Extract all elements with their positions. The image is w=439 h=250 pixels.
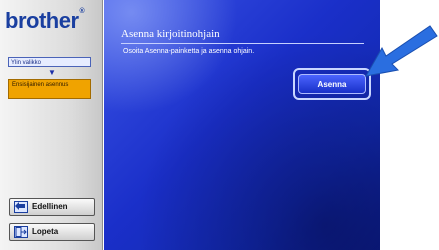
exit-door-icon xyxy=(14,226,28,238)
logo-text: brother xyxy=(5,8,79,33)
page-title: Asenna kirjoitinohjain xyxy=(121,28,220,40)
main-panel: Asenna kirjoitinohjain Osoita Asenna-pai… xyxy=(104,0,380,250)
back-arrow-icon xyxy=(14,201,28,213)
quit-button[interactable]: Lopeta xyxy=(9,223,95,241)
menu-item-top-label: Ylin valikko xyxy=(11,60,42,66)
brother-logo: brother® xyxy=(5,8,85,34)
menu-item-top[interactable]: Ylin valikko xyxy=(8,57,91,67)
install-button[interactable]: Asenna xyxy=(293,68,371,100)
install-button-label: Asenna xyxy=(317,79,347,89)
title-divider xyxy=(121,43,364,44)
menu-item-primary-install[interactable]: Ensisijainen asennus xyxy=(8,79,91,99)
quit-button-label: Lopeta xyxy=(32,227,59,236)
pointer-arrow-icon xyxy=(365,25,438,77)
sidebar: brother® Ylin valikko ▼ Ensisijainen ase… xyxy=(0,0,103,250)
back-button-label: Edellinen xyxy=(32,202,68,211)
menu-item-primary-install-label: Ensisijainen asennus xyxy=(12,82,69,88)
logo-registered-mark: ® xyxy=(79,8,85,15)
instruction-text: Osoita Asenna-painketta ja asenna ohjain… xyxy=(123,48,255,55)
menu-down-arrow-icon: ▼ xyxy=(48,68,56,77)
install-button-face[interactable]: Asenna xyxy=(298,74,366,94)
back-button[interactable]: Edellinen xyxy=(9,198,95,216)
